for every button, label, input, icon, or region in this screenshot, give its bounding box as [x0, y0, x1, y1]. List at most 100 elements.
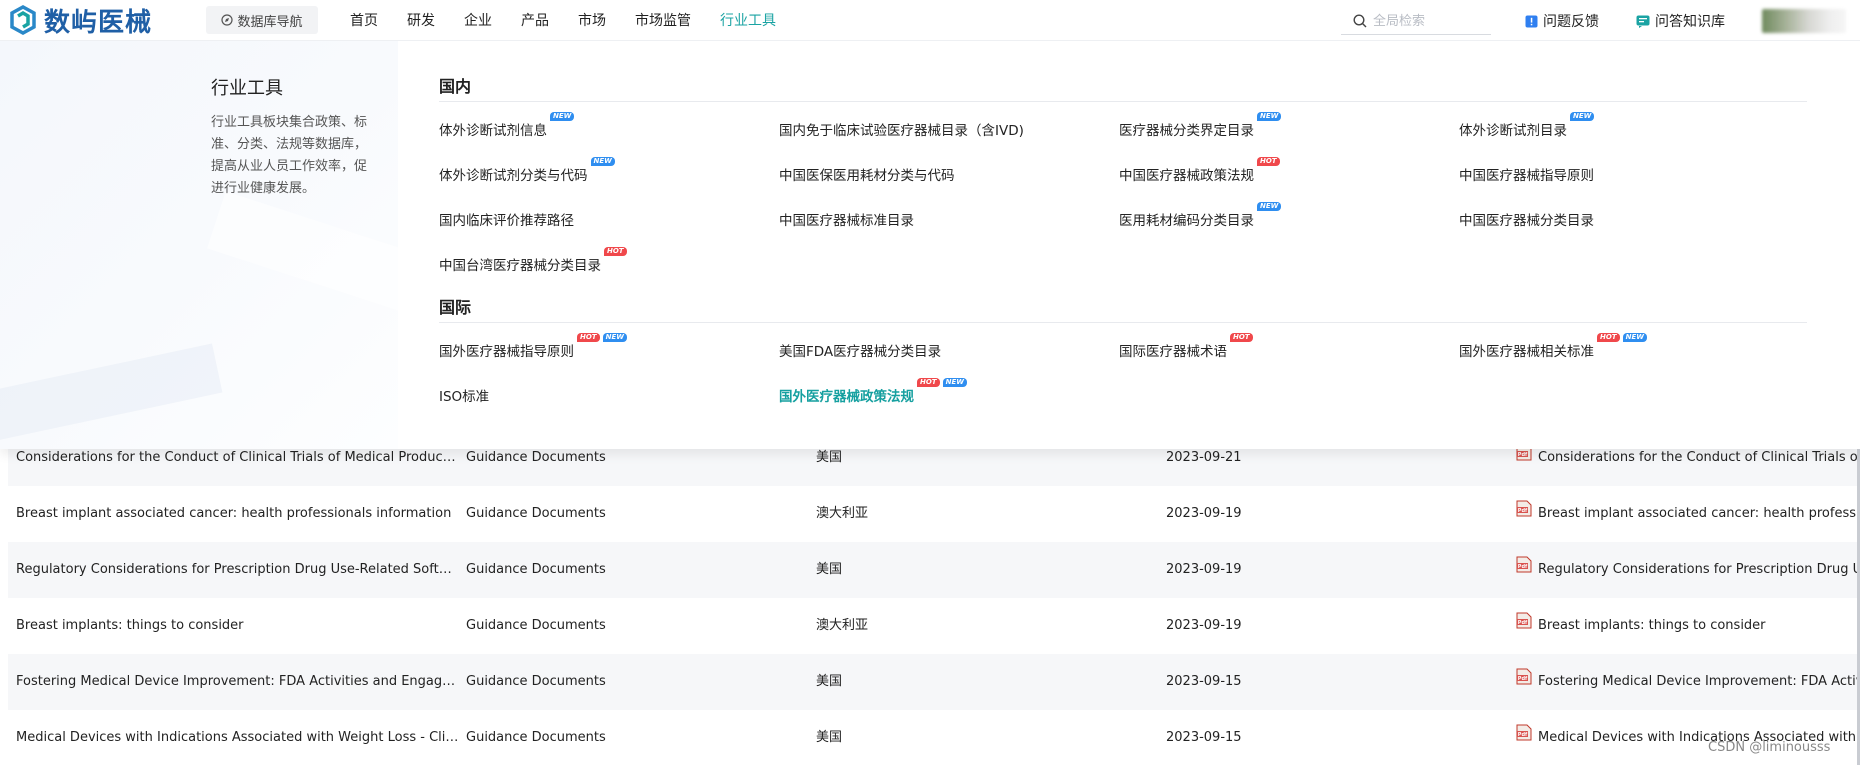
menu-link-international-5[interactable]: 国外医疗器械政策法规 HOT NEW: [779, 378, 967, 405]
menu-link-label: 国际医疗器械术语: [1119, 344, 1227, 360]
menu-link-domestic-1[interactable]: 国内免于临床试验医疗器械目录（含IVD): [779, 119, 1024, 139]
nav-item-0[interactable]: 首页: [350, 10, 378, 30]
hot-badge: HOT: [1230, 333, 1253, 342]
menu-link-label: 中国医保医用耗材分类与代码: [779, 168, 955, 184]
search-input[interactable]: [1371, 12, 1485, 30]
menu-link-domestic-5[interactable]: 中国医保医用耗材分类与代码: [779, 164, 955, 184]
feedback-label: 问题反馈: [1543, 14, 1599, 30]
doc-title: Fostering Medical Device Improvement: FD…: [16, 674, 460, 689]
decor-shape: [207, 191, 473, 329]
menu-link-international-3[interactable]: 国外医疗器械相关标准 HOT NEW: [1459, 333, 1647, 360]
pdf-icon: Pdf: [1516, 486, 1532, 542]
doc-file-name: Breast implants: things to consider: [1538, 618, 1766, 633]
section-divider: [439, 322, 1807, 323]
user-avatar[interactable]: [1762, 9, 1846, 33]
menu-link-label: 中国医疗器械政策法规: [1119, 168, 1254, 184]
menu-link-label: 医用耗材编码分类目录: [1119, 213, 1254, 229]
svg-text:Pdf: Pdf: [1518, 676, 1528, 682]
doc-file-link[interactable]: Pdf Fostering Medical Device Improvement:…: [1516, 654, 1860, 710]
doc-type: Guidance Documents: [466, 674, 606, 689]
menu-link-label: 美国FDA医疗器械分类目录: [779, 344, 942, 360]
nav-item-1[interactable]: 研发: [407, 10, 435, 30]
doc-region: 美国: [816, 730, 843, 745]
nav-item-5[interactable]: 市场监管: [635, 10, 691, 30]
menu-link-international-1[interactable]: 美国FDA医疗器械分类目录: [779, 340, 941, 360]
doc-type: Guidance Documents: [466, 730, 606, 745]
menu-link-domestic-11[interactable]: 中国医疗器械分类目录: [1459, 209, 1594, 229]
table-row[interactable]: Medical Devices with Indications Associa…: [8, 710, 1860, 766]
doc-region: 澳大利亚: [816, 618, 869, 633]
doc-region: 澳大利亚: [816, 506, 869, 521]
doc-file-link[interactable]: Pdf Regulatory Considerations for Prescri…: [1516, 542, 1860, 598]
doc-title: Medical Devices with Indications Associa…: [16, 730, 460, 745]
feedback-link[interactable]: 问题反馈: [1525, 11, 1599, 31]
menu-link-domestic-8[interactable]: 国内临床评价推荐路径: [439, 209, 574, 229]
menu-link-domestic-2[interactable]: 医疗器械分类界定目录 NEW: [1119, 112, 1282, 139]
menu-link-international-4[interactable]: ISO标准: [439, 385, 489, 405]
doc-file-name: Breast implant associated cancer: health…: [1538, 506, 1860, 521]
new-badge: NEW: [1257, 112, 1282, 121]
nav-item-6[interactable]: 行业工具: [720, 10, 776, 30]
menu-link-international-0[interactable]: 国外医疗器械指导原则 HOT NEW: [439, 333, 627, 360]
doc-title: Breast implant associated cancer: health…: [16, 506, 452, 521]
menu-link-domestic-4[interactable]: 体外诊断试剂分类与代码 NEW: [439, 157, 615, 184]
pdf-icon: Pdf: [1516, 710, 1532, 766]
knowledge-base-icon: [1636, 15, 1650, 28]
doc-file-link[interactable]: Pdf Breast implants: things to consider: [1516, 598, 1860, 654]
feedback-icon: [1525, 15, 1538, 27]
doc-title: Regulatory Considerations for Prescripti…: [16, 562, 460, 577]
logo-text: 数屿医械: [44, 7, 153, 38]
section-divider: [439, 101, 1807, 102]
menu-link-domestic-7[interactable]: 中国医疗器械指导原则: [1459, 164, 1594, 184]
doc-type: Guidance Documents: [466, 618, 606, 633]
menu-link-label: 国内免于临床试验医疗器械目录（含IVD): [779, 123, 1024, 139]
table-row[interactable]: Breast implants: things to consider Guida…: [8, 598, 1860, 654]
menu-link-label: 国外医疗器械相关标准: [1459, 344, 1594, 360]
menu-link-label: 国内临床评价推荐路径: [439, 213, 574, 229]
menu-link-domestic-9[interactable]: 中国医疗器械标准目录: [779, 209, 914, 229]
menu-link-domestic-6[interactable]: 中国医疗器械政策法规 HOT: [1119, 157, 1280, 184]
table-row[interactable]: Regulatory Considerations for Prescripti…: [8, 542, 1860, 598]
new-badge: NEW: [602, 333, 627, 342]
doc-file-name: Medical Devices with Indications Associa…: [1538, 730, 1860, 745]
database-nav-button[interactable]: 数据库导航: [206, 6, 318, 34]
menu-link-domestic-12[interactable]: 中国台湾医疗器械分类目录 HOT: [439, 247, 627, 274]
menu-link-label: 中国医疗器械标准目录: [779, 213, 914, 229]
section-title-domestic: 国内: [439, 77, 472, 96]
menu-link-label: 体外诊断试剂目录: [1459, 123, 1567, 139]
svg-text:Pdf: Pdf: [1518, 620, 1528, 626]
menu-link-domestic-10[interactable]: 医用耗材编码分类目录 NEW: [1119, 202, 1282, 229]
watermark: CSDN @liminousss: [1708, 740, 1831, 755]
knowledge-base-link[interactable]: 问答知识库: [1636, 11, 1725, 31]
nav-item-3[interactable]: 产品: [521, 10, 549, 30]
menu-link-label: 体外诊断试剂信息: [439, 123, 547, 139]
hot-badge: HOT: [604, 247, 627, 256]
menu-link-label: 国外医疗器械政策法规: [779, 389, 914, 405]
doc-type: Guidance Documents: [466, 562, 606, 577]
menu-link-label: 中国医疗器械指导原则: [1459, 168, 1594, 184]
table-row[interactable]: Fostering Medical Device Improvement: FD…: [8, 654, 1860, 710]
industry-tools-menu: 行业工具 行业工具板块集合政策、标准、分类、法规等数据库，提高从业人员工作效率，…: [0, 40, 1860, 449]
menu-link-domestic-3[interactable]: 体外诊断试剂目录 NEW: [1459, 112, 1595, 139]
new-badge: NEW: [550, 112, 575, 121]
top-header: 数屿医械 数据库导航 首页 研发 企业 产品 市场 市场监管 行业工具 问题反馈: [0, 0, 1860, 41]
doc-region: 美国: [816, 674, 843, 689]
doc-date: 2023-09-19: [1166, 618, 1242, 633]
menu-intro-panel: 行业工具 行业工具板块集合政策、标准、分类、法规等数据库，提高从业人员工作效率，…: [0, 40, 473, 449]
database-nav-label: 数据库导航: [237, 14, 303, 30]
compass-icon: [221, 14, 234, 26]
menu-link-international-2[interactable]: 国际医疗器械术语 HOT: [1119, 333, 1253, 360]
doc-file-link[interactable]: Pdf Breast implant associated cancer: hea…: [1516, 486, 1860, 542]
table-row[interactable]: Breast implant associated cancer: health…: [8, 486, 1860, 542]
global-search[interactable]: [1341, 8, 1491, 35]
guidance-table: Considerations for the Conduct of Clinic…: [8, 430, 1860, 766]
nav-item-4[interactable]: 市场: [578, 10, 606, 30]
svg-text:Pdf: Pdf: [1518, 732, 1528, 738]
doc-file-link[interactable]: Pdf Medical Devices with Indications Asso…: [1516, 710, 1860, 766]
doc-date: 2023-09-15: [1166, 730, 1242, 745]
logo[interactable]: 数屿医械: [8, 3, 153, 38]
hot-badge: HOT: [917, 378, 940, 387]
menu-link-domestic-0[interactable]: 体外诊断试剂信息 NEW: [439, 112, 575, 139]
nav-item-2[interactable]: 企业: [464, 10, 492, 30]
menu-link-label: 中国医疗器械分类目录: [1459, 213, 1594, 229]
